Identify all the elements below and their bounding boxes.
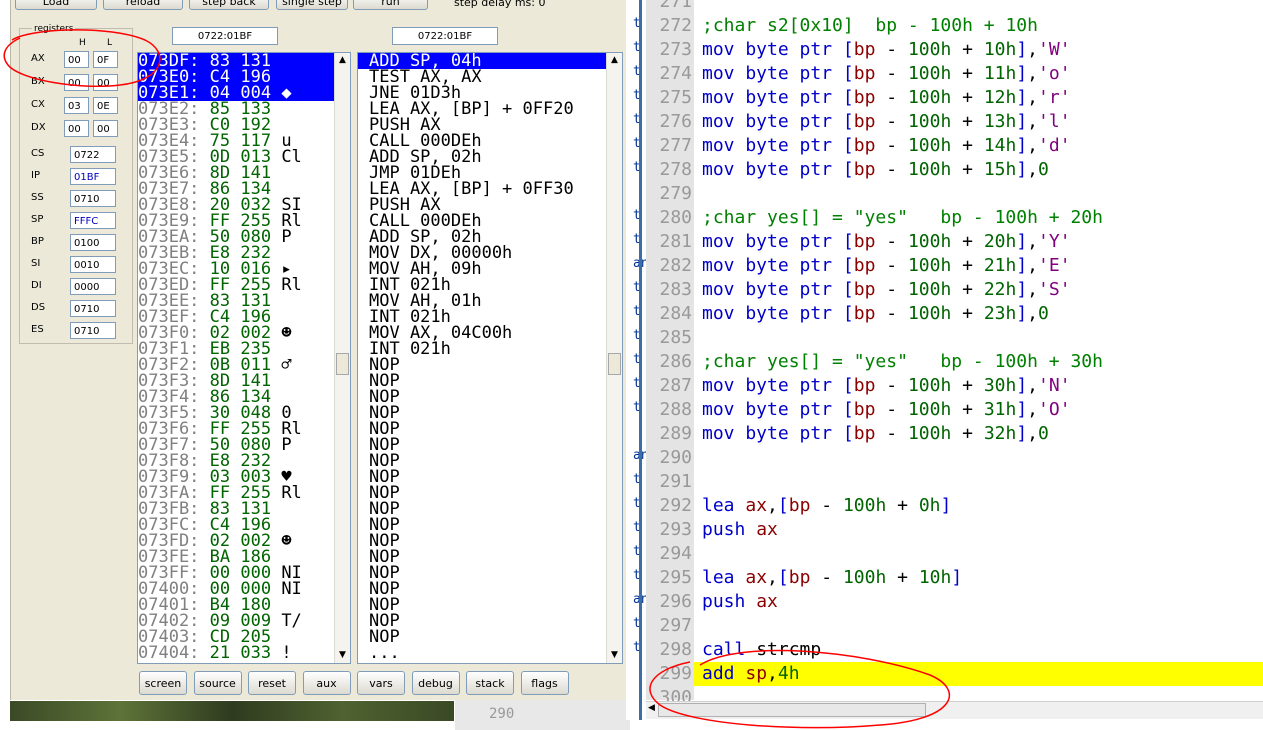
ax-register-circle [3, 29, 161, 88]
current-line-circle [649, 649, 951, 729]
red-annotation-layer [3, 29, 951, 729]
